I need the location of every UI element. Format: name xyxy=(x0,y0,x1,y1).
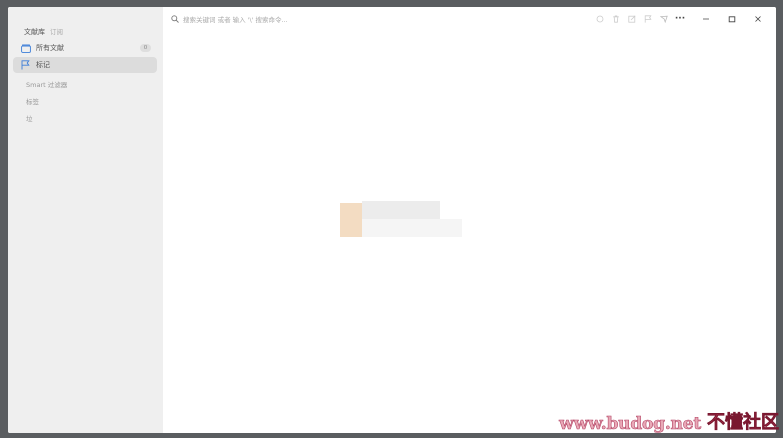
sidebar-item-all-documents[interactable]: 所有文献 0 xyxy=(13,40,157,56)
loading-block-gray-light xyxy=(362,219,462,237)
watermark: www.budog.net 不懂社区 xyxy=(559,408,780,435)
smart-filter-section[interactable]: Smart 过滤器 xyxy=(26,79,67,89)
edit-icon[interactable] xyxy=(624,13,640,25)
app-window: 文献库 订阅 所有文献 0 标记 Smart 过滤器 标签 垃 搜索关键词 或者… xyxy=(8,7,776,433)
trash-icon[interactable] xyxy=(608,13,624,25)
main-panel: ··· xyxy=(163,7,776,433)
loading-placeholder xyxy=(340,200,462,238)
watermark-brand: 不懂社区 xyxy=(707,412,780,434)
tags-section[interactable]: 标签 xyxy=(26,96,39,106)
search-input[interactable] xyxy=(183,16,383,24)
loading-block-orange xyxy=(340,203,362,237)
document-count-badge: 0 xyxy=(140,44,151,52)
watermark-url: www.budog.net xyxy=(559,414,702,435)
toolbar: ··· xyxy=(592,13,766,25)
sidebar: 文献库 订阅 所有文献 0 标记 Smart 过滤器 标签 垃 xyxy=(8,7,163,433)
sidebar-item-label: 所有文献 xyxy=(36,44,64,52)
more-icon[interactable]: ··· xyxy=(672,13,688,25)
library-title[interactable]: 文献库 xyxy=(24,27,45,37)
sidebar-item-flagged[interactable]: 标记 xyxy=(13,57,157,73)
send-icon[interactable] xyxy=(656,13,672,25)
flag-icon xyxy=(20,60,31,71)
circle-icon[interactable] xyxy=(592,13,608,25)
minimize-icon[interactable] xyxy=(698,13,714,25)
sidebar-item-label: 标记 xyxy=(36,61,50,69)
flag-icon[interactable] xyxy=(640,13,656,25)
trash-section[interactable]: 垃 xyxy=(26,113,33,123)
library-header: 文献库 订阅 xyxy=(24,26,63,37)
loading-block-gray xyxy=(362,201,440,219)
folder-icon xyxy=(20,43,31,54)
search-bar xyxy=(171,14,383,26)
close-icon[interactable] xyxy=(750,13,766,25)
search-icon xyxy=(171,15,179,25)
maximize-icon[interactable] xyxy=(724,13,740,25)
subscribe-tab[interactable]: 订阅 xyxy=(50,26,63,36)
